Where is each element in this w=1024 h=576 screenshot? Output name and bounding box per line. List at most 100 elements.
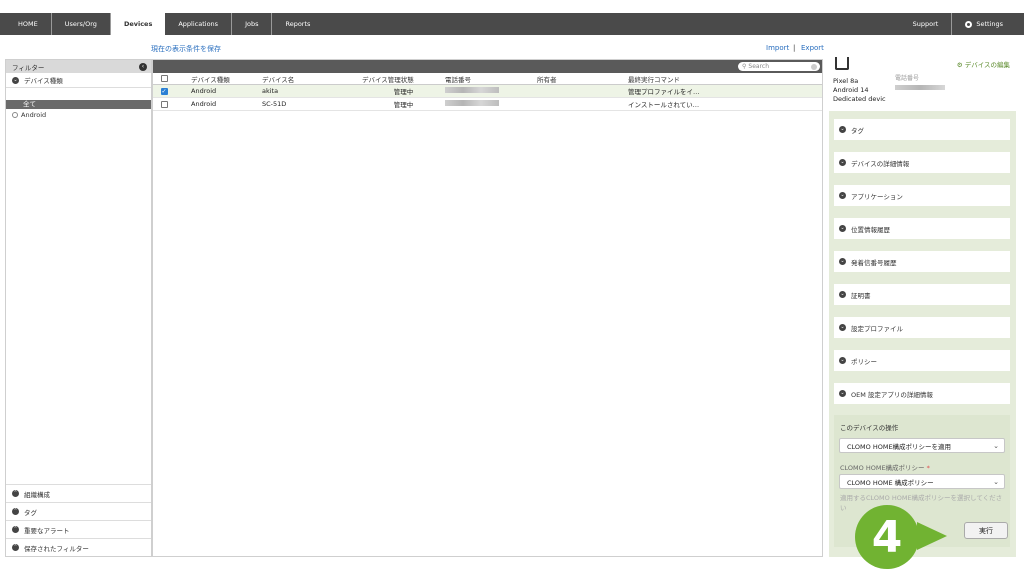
save-filter-link[interactable]: 現在の表示条件を保存 xyxy=(151,44,221,54)
section-device-details-label: デバイスの詳細情報 xyxy=(851,159,910,168)
col-status[interactable]: デバイス管理状態 xyxy=(362,74,445,84)
section-device-details[interactable]: ⌄ デバイスの詳細情報 xyxy=(834,152,1010,173)
filter-option-all[interactable]: 全て xyxy=(6,100,151,109)
filter-alert[interactable]: ⌃ 重要なアラート xyxy=(6,520,151,538)
device-model: Pixel 8a xyxy=(833,77,859,85)
chevron-down-icon: ⌄ xyxy=(993,478,999,486)
cell-status: 管理中 xyxy=(393,101,414,109)
chevron-down-icon: ⌄ xyxy=(839,324,846,331)
device-mode: Dedicated devic xyxy=(833,95,886,103)
chevron-down-icon: ⌄ xyxy=(839,192,846,199)
table-row[interactable]: ✓ Android akita 管理中 管理プロファイルをイ… xyxy=(153,85,822,98)
section-oem-config[interactable]: ⌄ OEM 設定アプリの詳細情報 xyxy=(834,383,1010,404)
filter-device-type-label: デバイス種類 xyxy=(24,77,63,85)
gear-icon: ⚙ xyxy=(956,61,963,69)
step-marker: 4 xyxy=(855,505,919,569)
chevron-down-icon: ⌄ xyxy=(839,258,846,265)
chevron-down-icon: ⌄ xyxy=(839,390,846,397)
cell-type: Android xyxy=(191,100,217,108)
operations-title: このデバイスの操作 xyxy=(840,424,899,432)
chevron-down-icon: ⌄ xyxy=(839,159,846,166)
section-config-profiles[interactable]: ⌄ 設定プロファイル xyxy=(834,317,1010,338)
required-mark: * xyxy=(926,464,930,472)
export-link[interactable]: Export xyxy=(801,44,824,52)
nav-reports[interactable]: Reports xyxy=(272,13,323,35)
device-os: Android 14 xyxy=(833,86,869,94)
main-nav: HOME Users/Org Devices Applications Jobs… xyxy=(5,13,323,35)
policy-hint: 適用するCLOMO HOME構成ポリシーを選択してください xyxy=(840,494,1003,512)
section-oem-config-label: OEM 設定アプリの詳細情報 xyxy=(851,390,933,399)
execute-button[interactable]: 実行 xyxy=(964,522,1008,539)
cell-type: Android xyxy=(191,87,217,95)
nav-jobs[interactable]: Jobs xyxy=(232,13,273,35)
edit-device-label: デバイスの編集 xyxy=(964,61,1010,69)
section-certificates-label: 証明書 xyxy=(851,291,871,300)
chevron-down-icon: ⌄ xyxy=(839,357,846,364)
redacted-phone xyxy=(445,100,499,106)
nav-users-org[interactable]: Users/Org xyxy=(52,13,111,35)
col-last-command[interactable]: 最終実行コマンド xyxy=(628,74,808,84)
col-owner[interactable]: 所有者 xyxy=(537,74,628,84)
chevron-up-icon: ⌃ xyxy=(12,526,19,533)
section-tag-label: タグ xyxy=(851,126,864,135)
nav-settings[interactable]: Settings xyxy=(952,13,1016,35)
section-policy[interactable]: ⌄ ポリシー xyxy=(834,350,1010,371)
nav-settings-label: Settings xyxy=(976,20,1003,28)
policy-label-text: CLOMO HOME構成ポリシー xyxy=(840,464,925,472)
filter-device-type[interactable]: ⌄ デバイス種類 xyxy=(6,73,151,88)
filter-saved-label: 保存されたフィルター xyxy=(24,544,89,553)
gear-icon xyxy=(965,20,973,28)
import-link[interactable]: Import xyxy=(766,44,789,52)
nav-home[interactable]: HOME xyxy=(5,13,52,35)
device-info: Pixel 8a Android 14 Dedicated devic xyxy=(833,77,886,104)
top-nav-bar: HOME Users/Org Devices Applications Jobs… xyxy=(0,13,1024,35)
select-all-checkbox[interactable] xyxy=(160,75,168,82)
col-device-type[interactable]: デバイス種類 xyxy=(171,74,262,84)
filter-tag[interactable]: ⌃ タグ xyxy=(6,502,151,520)
filter-title: フィルター xyxy=(12,63,45,72)
policy-select[interactable]: CLOMO HOME 構成ポリシー ⌄ xyxy=(839,474,1005,489)
chevron-up-icon: ⌃ xyxy=(12,508,19,515)
section-location-history[interactable]: ⌄ 位置情報履歴 xyxy=(834,218,1010,239)
section-certificates[interactable]: ⌄ 証明書 xyxy=(834,284,1010,305)
chevron-up-icon: ⌃ xyxy=(12,544,19,551)
collapse-icon[interactable]: ‹ xyxy=(139,62,147,71)
policy-select-value: CLOMO HOME 構成ポリシー xyxy=(847,478,934,487)
search-input[interactable]: ⚲ Search xyxy=(738,62,820,71)
filter-org-label: 組織構成 xyxy=(24,490,50,499)
right-nav: Support Settings xyxy=(900,13,1016,35)
search-icon: ⚲ xyxy=(742,63,747,70)
section-tag[interactable]: ⌄ タグ xyxy=(834,119,1010,140)
chevron-down-icon: ⌄ xyxy=(839,126,846,133)
device-summary: Pixel 8a Android 14 Dedicated devic 電話番号… xyxy=(829,57,1016,111)
action-select[interactable]: CLOMO HOME構成ポリシーを適用 ⌄ xyxy=(839,438,1005,453)
redacted-phone xyxy=(895,85,945,90)
section-call-history[interactable]: ⌄ 発着信番号履歴 xyxy=(834,251,1010,272)
cell-name: SC-51D xyxy=(262,100,287,108)
section-applications[interactable]: ⌄ アプリケーション xyxy=(834,185,1010,206)
col-phone[interactable]: 電話番号 xyxy=(445,74,537,84)
row-checkbox[interactable] xyxy=(160,100,168,108)
table-row[interactable]: Android SC-51D 管理中 インストールされてい… xyxy=(153,98,822,111)
nav-devices[interactable]: Devices xyxy=(110,13,166,35)
filter-saved[interactable]: ⌃ 保存されたフィルター xyxy=(6,538,151,556)
chevron-down-icon: ⌄ xyxy=(839,225,846,232)
clear-icon[interactable] xyxy=(811,63,817,70)
section-location-history-label: 位置情報履歴 xyxy=(851,225,890,234)
phone-icon xyxy=(835,57,849,70)
filter-org[interactable]: ⌃ 組織構成 xyxy=(6,484,151,502)
cell-status: 管理中 xyxy=(393,88,414,96)
row-checkbox[interactable]: ✓ xyxy=(160,87,168,95)
step-arrow xyxy=(917,522,947,550)
filter-option-android[interactable]: Android xyxy=(12,111,46,119)
edit-device-link[interactable]: ⚙ デバイスの編集 xyxy=(957,59,1010,69)
table-header: デバイス種類 デバイス名 デバイス管理状態 電話番号 所有者 最終実行コマンド xyxy=(153,73,822,85)
nav-support[interactable]: Support xyxy=(900,13,953,35)
col-device-name[interactable]: デバイス名 xyxy=(262,74,362,84)
search-placeholder: Search xyxy=(748,63,770,70)
nav-applications[interactable]: Applications xyxy=(165,13,233,35)
chevron-down-icon: ⌄ xyxy=(12,76,19,84)
table-toolbar: ⚲ Search xyxy=(153,60,822,73)
cell-name: akita xyxy=(262,87,279,95)
filter-sidebar: フィルター ‹ ⌄ デバイス種類 全て Android ⌃ 組織構成 ⌃ タグ ⌃ 重… xyxy=(5,59,152,557)
